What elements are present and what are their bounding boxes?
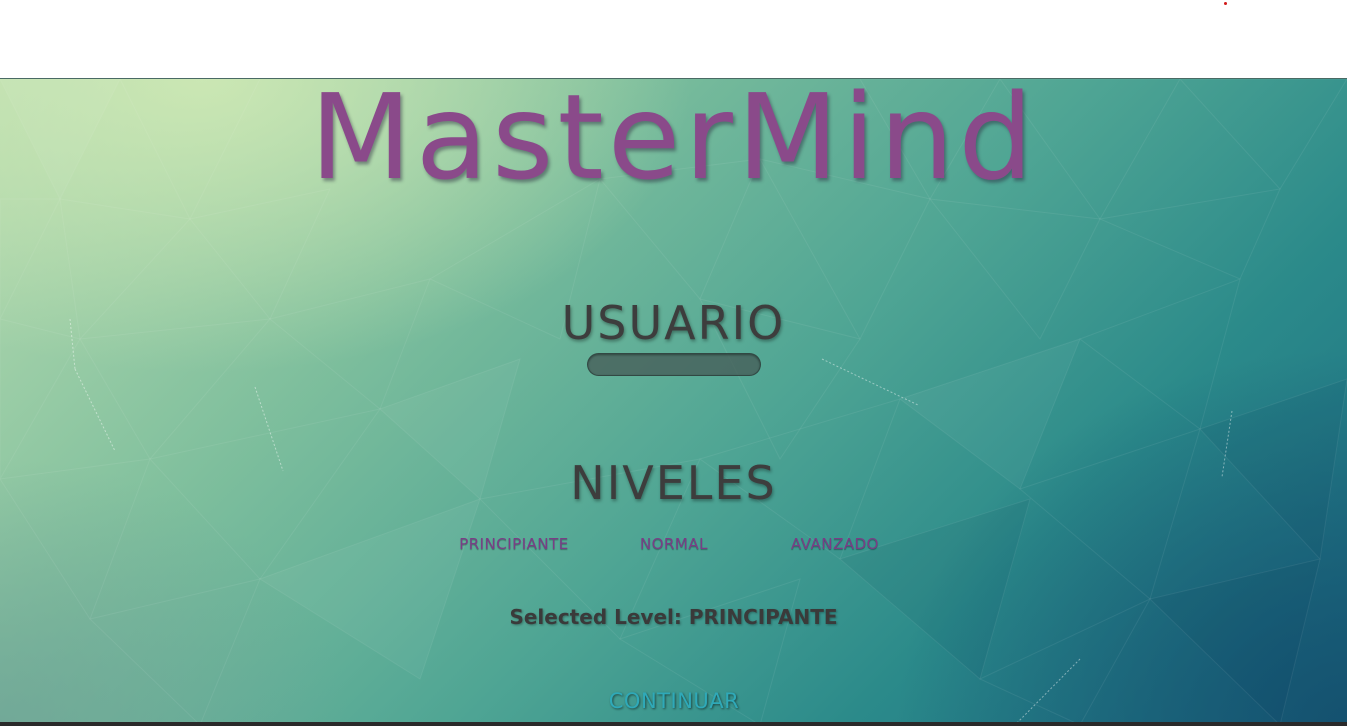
level-principiante-button[interactable]: PRINCIPIANTE <box>446 534 582 554</box>
continue-button[interactable]: CONTINUAR <box>590 687 758 715</box>
level-avanzado-button[interactable]: AVANZADO <box>778 534 892 554</box>
top-bar <box>0 0 1347 78</box>
level-normal-button[interactable]: NORMAL <box>628 534 720 554</box>
red-dot <box>1224 2 1227 5</box>
game-title: MasterMind <box>309 68 1038 206</box>
selected-level-text: Selected Level: PRINCIPANTE <box>509 605 838 629</box>
levels-heading: NIVELES <box>570 456 777 510</box>
user-heading: USUARIO <box>561 296 786 350</box>
bottom-border <box>0 722 1347 726</box>
username-input[interactable] <box>587 353 761 376</box>
